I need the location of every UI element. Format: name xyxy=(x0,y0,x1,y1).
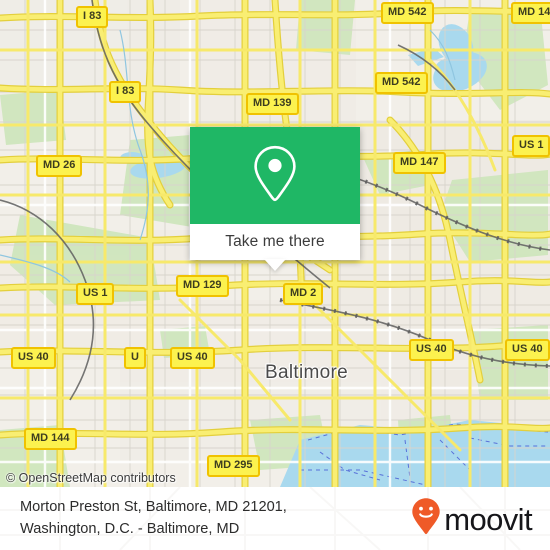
take-me-there-label: Take me there xyxy=(225,233,325,250)
highway-shield: MD 295 xyxy=(207,455,260,477)
address-line-2: Washington, D.C. - Baltimore, MD xyxy=(20,520,240,537)
location-pin-icon xyxy=(252,144,298,207)
footer-bar: Morton Preston St, Baltimore, MD 21201, … xyxy=(0,487,550,550)
highway-shield: MD 129 xyxy=(176,275,229,297)
moovit-map-screenshot: Baltimore I 83MD 542MD 147MD 542MD 139I … xyxy=(0,0,550,550)
highway-shield: MD 147 xyxy=(511,2,550,24)
moovit-logo[interactable]: moovit xyxy=(411,497,538,540)
highway-shield: MD 2 xyxy=(283,283,324,305)
highway-shield: US 40 xyxy=(170,347,215,369)
highway-shield: U xyxy=(124,347,146,369)
highway-shield: US 40 xyxy=(11,347,56,369)
address-line-1: Morton Preston St, Baltimore, MD 21201, xyxy=(20,499,287,516)
highway-shield: MD 144 xyxy=(24,428,77,450)
moovit-pin-icon xyxy=(411,497,441,540)
map-attribution[interactable]: © OpenStreetMap contributors xyxy=(6,471,176,485)
highway-shield: US 1 xyxy=(76,283,115,305)
location-address: Morton Preston St, Baltimore, MD 21201, … xyxy=(20,497,287,539)
highway-shield: MD 139 xyxy=(246,93,299,115)
poi-callout-card[interactable]: Take me there xyxy=(190,127,360,271)
highway-shield: MD 26 xyxy=(36,155,83,177)
highway-shield: MD 542 xyxy=(381,2,434,24)
poi-card-header xyxy=(190,127,360,224)
footer-content: Morton Preston St, Baltimore, MD 21201, … xyxy=(0,487,550,550)
highway-shield: US 40 xyxy=(409,339,454,361)
moovit-wordmark: moovit xyxy=(444,502,532,537)
callout-tail xyxy=(264,259,286,271)
highway-shield: I 83 xyxy=(109,81,142,103)
highway-shield: MD 147 xyxy=(393,152,446,174)
highway-shield: MD 542 xyxy=(375,72,428,94)
highway-shield: I 83 xyxy=(76,6,109,28)
highway-shield: US 1 xyxy=(512,135,550,157)
take-me-there-button[interactable]: Take me there xyxy=(190,224,360,260)
highway-shield: US 40 xyxy=(505,339,550,361)
